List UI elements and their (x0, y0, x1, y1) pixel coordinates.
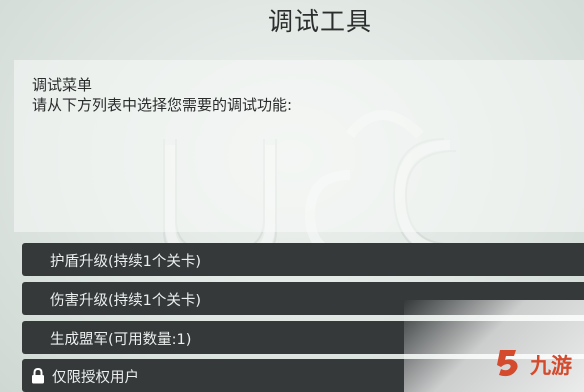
page-title: 调试工具 (268, 7, 373, 36)
description-title: 调试菜单 (32, 76, 93, 94)
menu-item-label: 生成盟军(可用数量:1) (50, 332, 192, 348)
lock-icon (32, 368, 44, 384)
description-subtitle: 请从下方列表中选择您需要的调试功能: (32, 96, 293, 114)
watermark: 九游 (404, 300, 584, 392)
menu-item-label: 伤害升级(持续1个关卡) (50, 293, 202, 309)
menu-item-label: 仅限授权用户 (52, 370, 139, 386)
jiuyou-logo-icon (497, 350, 518, 377)
header: 调试工具 (0, 0, 584, 40)
watermark-text: 九游 (530, 354, 572, 378)
menu-item-shield-upgrade[interactable]: 护盾升级(持续1个关卡) (22, 243, 584, 276)
description-panel: 调试菜单 请从下方列表中选择您需要的调试功能: (14, 60, 584, 232)
menu-item-label: 护盾升级(持续1个关卡) (50, 254, 202, 270)
